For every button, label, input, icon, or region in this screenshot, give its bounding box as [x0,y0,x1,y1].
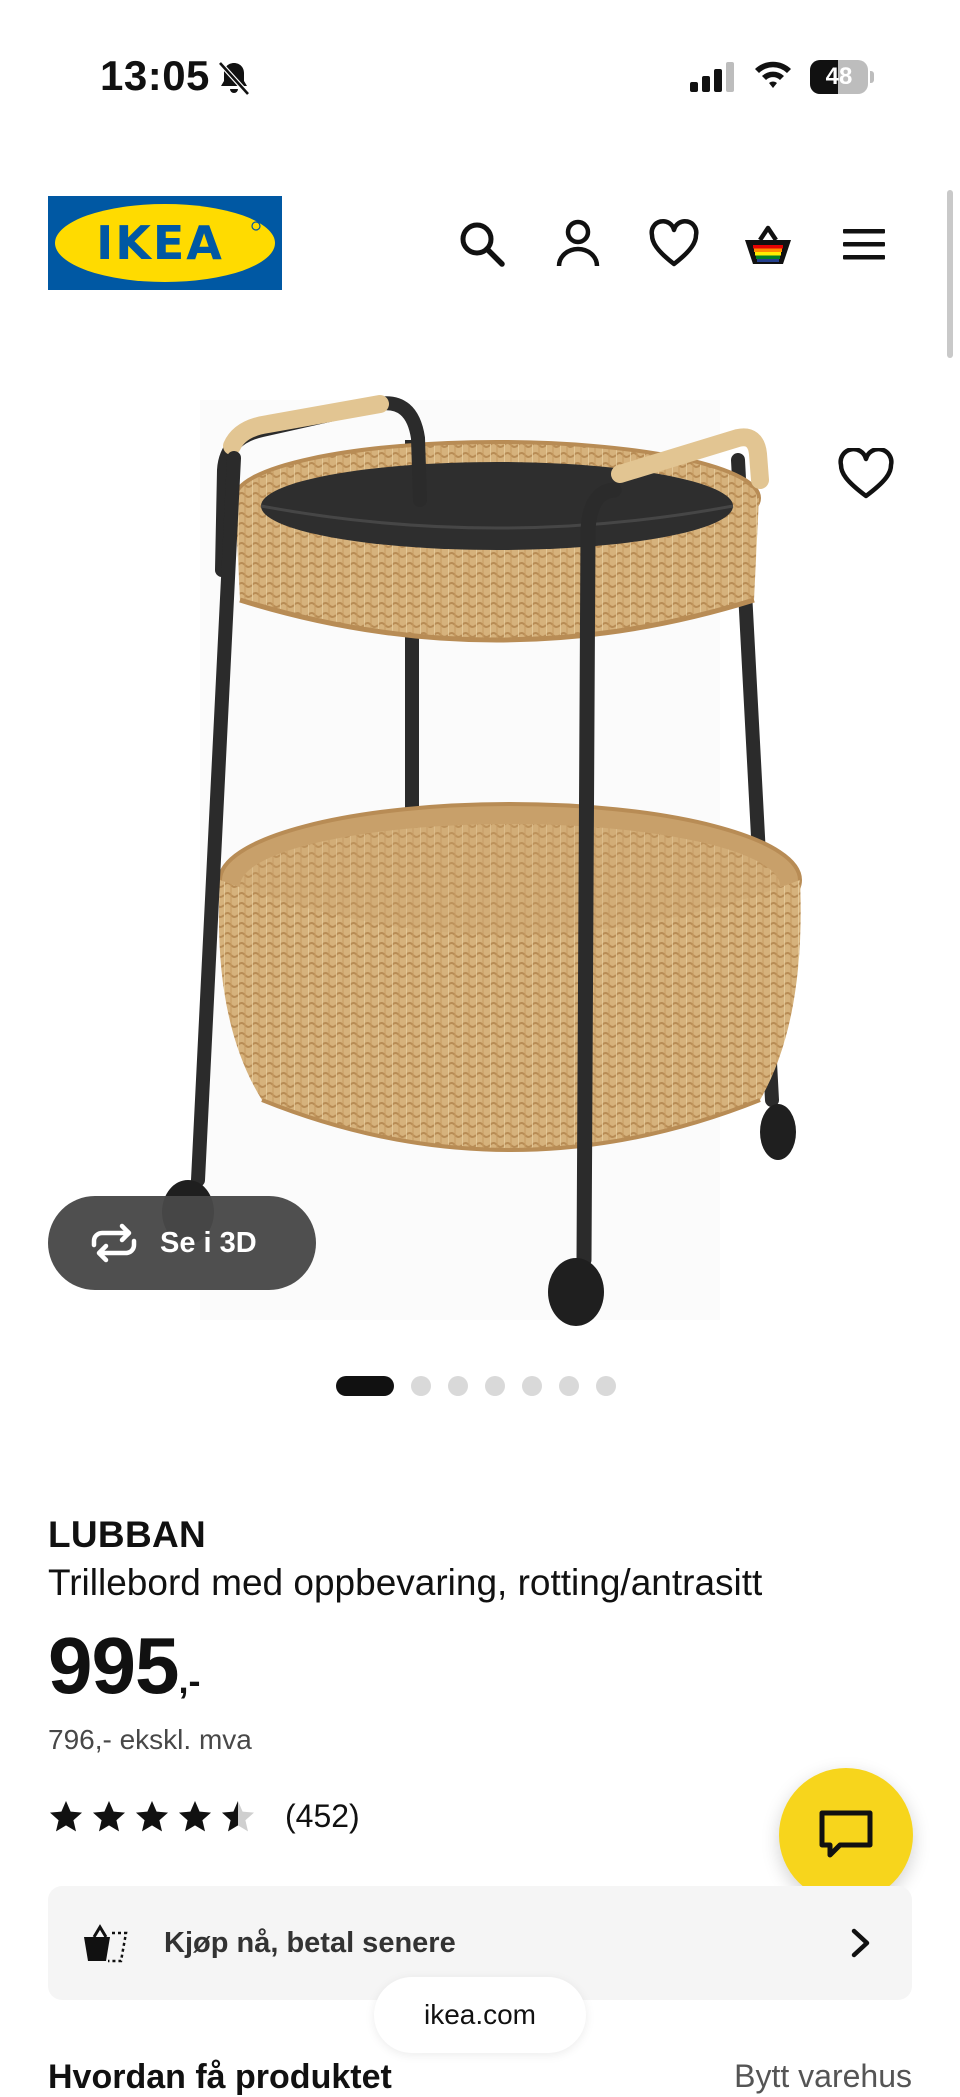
change-store-link[interactable]: Bytt varehus [714,2058,912,2095]
star-full-icon [50,1800,82,1831]
star-full-icon [136,1800,168,1831]
price-excl-vat: 796,- ekskl. mva [48,1724,252,1755]
pagination-dot[interactable] [411,1376,431,1396]
chevron-right-icon [851,1928,870,1958]
menu-icon[interactable] [838,218,890,270]
browser-url: ikea.com [423,1999,537,2030]
ikea-logo[interactable]: IKEA [48,196,282,290]
wifi-icon [755,61,791,88]
star-full-icon [179,1800,211,1831]
battery-indicator: 48 [810,60,874,94]
product-name: LUBBAN [48,1514,207,1555]
search-icon[interactable] [456,218,508,270]
heart-icon[interactable] [648,218,700,270]
pagination-dot[interactable] [522,1376,542,1396]
buy-now-pay-later-label: Kjøp nå, betal senere [164,1926,456,1959]
pagination-dot[interactable] [485,1376,505,1396]
star-half-icon [222,1800,254,1831]
pagination-dot-active[interactable] [336,1376,394,1396]
page-scrollbar[interactable] [947,190,953,358]
image-pagination[interactable] [336,1376,616,1396]
bell-muted-icon [218,61,250,96]
status-time: 13:05 [100,52,210,99]
star-full-icon [93,1800,125,1831]
view-3d-button[interactable]: Se i 3D [48,1196,316,1290]
price-amount: 995 [48,1621,179,1710]
pagination-dot[interactable] [559,1376,579,1396]
chat-icon [819,1810,873,1858]
pagination-dot[interactable] [448,1376,468,1396]
product-rating[interactable]: (452) [48,1798,360,1835]
product-description: Trillebord med oppbevaring, rotting/antr… [48,1562,763,1603]
browser-url-bar[interactable]: ikea.com [374,1977,586,2053]
add-to-wishlist-icon[interactable] [838,448,894,500]
product-price: 995,- [48,1620,200,1712]
basket-icon[interactable] [742,218,794,270]
logo-mark: IKEA [48,196,282,290]
rotate-3d-icon [91,1223,137,1263]
battery-level: 48 [825,63,853,90]
svg-text:IKEA: IKEA [96,216,224,270]
pagination-dot[interactable] [596,1376,616,1396]
review-count[interactable]: (452) [285,1798,360,1835]
signal-icon [690,62,734,92]
delivery-heading: Hvordan få produktet [48,2058,392,2096]
payment-basket-icon [84,1924,128,1963]
account-icon[interactable] [552,218,604,270]
view-3d-label: Se i 3D [160,1226,257,1259]
price-suffix: ,- [178,1660,201,1701]
chat-button[interactable] [779,1768,913,1902]
rating-stars [48,1799,263,1835]
